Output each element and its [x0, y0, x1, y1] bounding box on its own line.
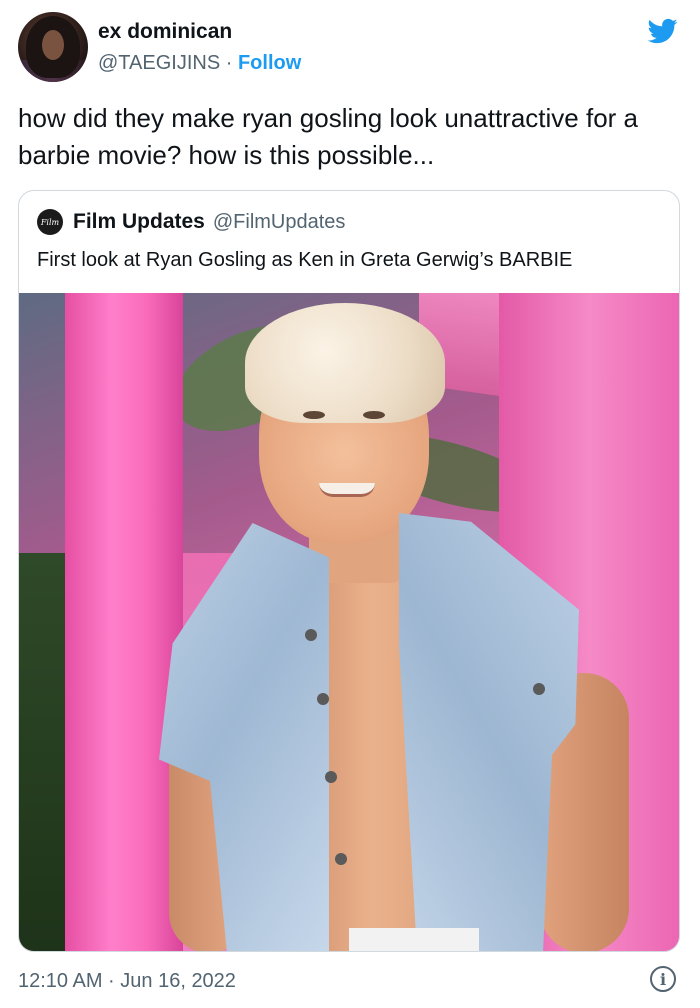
author-handle-row: @TAEGIJINS · Follow — [98, 52, 301, 75]
quoted-author-handle[interactable]: @FilmUpdates — [213, 211, 346, 234]
twitter-bird-icon[interactable] — [646, 16, 680, 46]
quoted-author-name[interactable]: Film Updates — [73, 210, 205, 234]
follow-button[interactable]: Follow — [238, 52, 301, 74]
tweet-footer: 12:10 AM · Jun 16, 2022 i — [18, 966, 682, 996]
info-icon[interactable]: i — [650, 966, 676, 992]
timestamp[interactable]: 12:10 AM · Jun 16, 2022 — [18, 970, 236, 993]
quoted-photo[interactable] — [19, 293, 679, 951]
tweet-text: how did they make ryan gosling look unat… — [18, 103, 639, 170]
separator: · — [225, 52, 233, 74]
quoted-tweet-card[interactable]: Film Film Updates @FilmUpdates First loo… — [18, 190, 680, 952]
author-avatar[interactable] — [18, 12, 88, 82]
quoted-avatar[interactable]: Film — [37, 209, 63, 235]
author-handle[interactable]: @TAEGIJINS — [98, 52, 220, 74]
tweet-header: ex dominican @TAEGIJINS · Follow — [18, 12, 682, 84]
author-name[interactable]: ex dominican — [98, 20, 232, 44]
quoted-text: First look at Ryan Gosling as Ken in Gre… — [37, 249, 573, 271]
quoted-header: Film Film Updates @FilmUpdates — [37, 207, 345, 237]
